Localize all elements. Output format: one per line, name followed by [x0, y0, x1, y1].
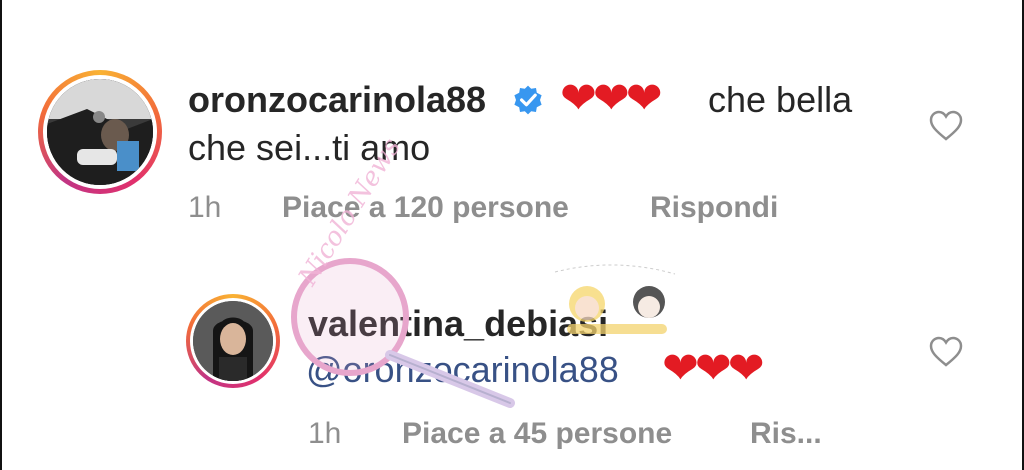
comment-item: valentina_debiasi @oronzocarinola88 ❤❤❤ …	[0, 240, 1024, 470]
verified-badge-icon	[512, 84, 544, 116]
mention-link[interactable]: @oronzocarinola88	[306, 348, 619, 392]
comment-time: 1h	[188, 191, 222, 224]
comment-time: 1h	[308, 417, 342, 450]
reply-button[interactable]: Ris...	[750, 416, 822, 452]
reply-button[interactable]: Rispondi	[650, 190, 778, 226]
comment-username[interactable]: oronzocarinola88	[188, 78, 486, 122]
avatar[interactable]	[38, 70, 162, 194]
avatar[interactable]	[186, 294, 280, 388]
like-heart-icon[interactable]	[928, 336, 964, 368]
comment-text-line2: che sei...ti amo	[188, 127, 431, 168]
like-heart-icon[interactable]	[928, 110, 964, 142]
avatar-image	[193, 301, 273, 381]
heart-emojis: ❤❤❤	[662, 344, 765, 393]
comment-text: che bella	[708, 79, 853, 120]
avatar-image	[47, 79, 153, 185]
likes-count-link[interactable]: Piace a 120 persone	[282, 190, 569, 226]
likes-count-link[interactable]: Piace a 45 persone	[402, 416, 672, 452]
comment-username[interactable]: valentina_debiasi	[308, 302, 608, 346]
heart-emojis: ❤❤❤	[560, 74, 663, 123]
